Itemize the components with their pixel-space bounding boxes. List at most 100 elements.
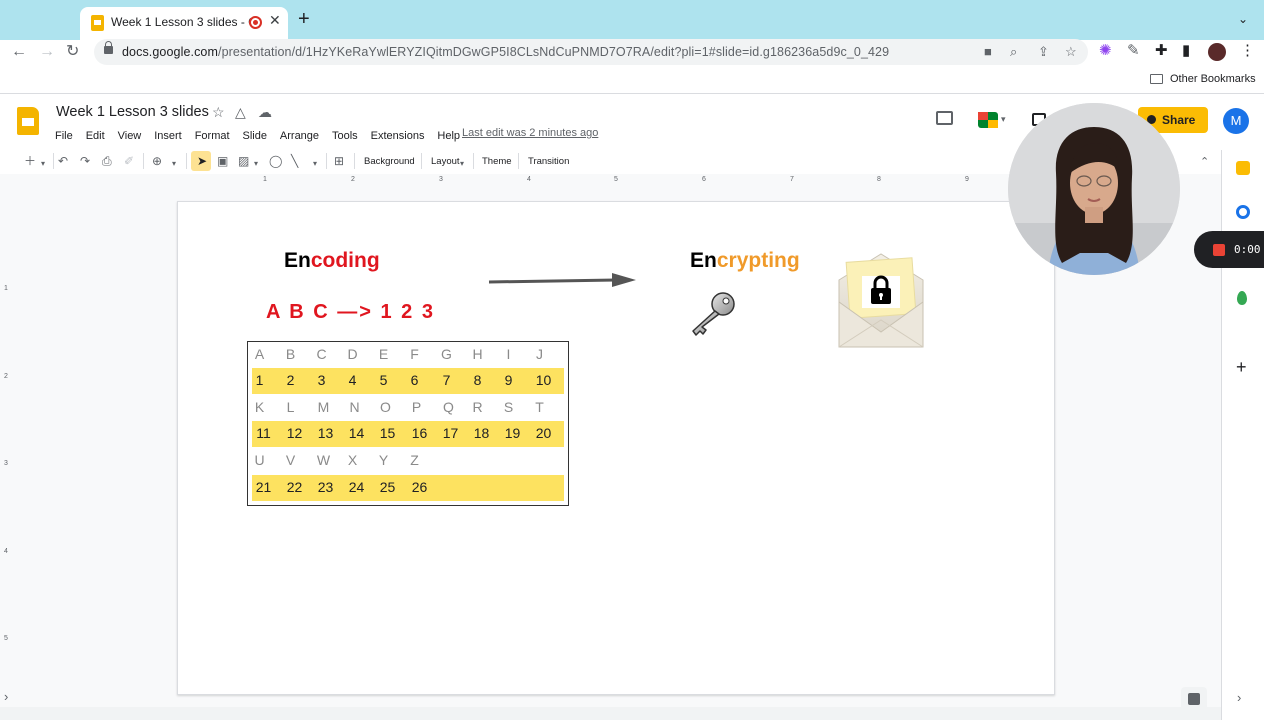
- browser-profile-avatar[interactable]: [1208, 43, 1226, 61]
- move-to-drive-icon[interactable]: △: [235, 104, 246, 121]
- table-cell: 5: [379, 372, 388, 388]
- camera-in-use-icon[interactable]: ■: [984, 45, 992, 59]
- extension-flower-icon[interactable]: ✺: [1099, 43, 1112, 59]
- show-filmstrip-chevron-icon[interactable]: ›: [4, 689, 8, 704]
- insert-image-icon[interactable]: ▨: [238, 154, 249, 168]
- hide-menus-chevron-up-icon[interactable]: ⌃: [1200, 155, 1209, 168]
- text-box-icon[interactable]: ▣: [217, 154, 228, 168]
- table-cell: 2: [286, 372, 295, 388]
- meet-icon[interactable]: [978, 112, 998, 128]
- add-comment-icon[interactable]: ⊞: [334, 154, 344, 168]
- vertical-ruler[interactable]: 1 2 3 4 5: [2, 190, 12, 690]
- webcam-video-bubble[interactable]: [1008, 103, 1180, 275]
- shape-icon[interactable]: ◯: [269, 154, 282, 168]
- bookmark-star-icon[interactable]: ☆: [1065, 45, 1077, 59]
- menu-format[interactable]: Format: [195, 130, 230, 142]
- cipher-table[interactable]: A B C D E F G H I J 1 2 3 4 5 6 7 8 9 10…: [247, 341, 569, 506]
- browser-menu-icon[interactable]: ⋮: [1240, 43, 1255, 59]
- speaker-notes-divider[interactable]: [0, 707, 1221, 720]
- encoding-heading[interactable]: Encoding: [284, 249, 380, 273]
- lock-icon: [104, 41, 113, 54]
- recording-indicator-icon: [249, 16, 262, 29]
- other-bookmarks-link[interactable]: Other Bookmarks: [1170, 73, 1256, 85]
- table-cell: 10: [535, 372, 552, 388]
- arrow-right-icon[interactable]: [488, 272, 638, 292]
- table-cell: 25: [379, 479, 396, 495]
- side-panel-icon[interactable]: ▮: [1182, 43, 1190, 59]
- ruler-number: 4: [4, 548, 8, 555]
- transition-button[interactable]: Transition: [528, 156, 569, 167]
- print-icon[interactable]: ⎙: [102, 154, 112, 168]
- chevron-right-icon[interactable]: ›: [1237, 690, 1241, 705]
- letter-to-number-mapping-text[interactable]: A B C —> 1 2 3: [266, 301, 435, 324]
- chevron-down-icon[interactable]: ▾: [41, 157, 45, 171]
- chevron-down-icon[interactable]: ▾: [460, 157, 464, 171]
- key-icon[interactable]: [690, 291, 738, 337]
- comment-history-icon[interactable]: [936, 111, 953, 125]
- table-cell: R: [472, 399, 483, 415]
- chevron-down-icon[interactable]: ▾: [1001, 114, 1006, 125]
- last-edit-link[interactable]: Last edit was 2 minutes ago: [462, 127, 598, 139]
- menu-bar: File Edit View Insert Format Slide Arran…: [55, 126, 469, 142]
- share-page-icon[interactable]: ⇪: [1038, 45, 1049, 59]
- menu-extensions[interactable]: Extensions: [371, 130, 425, 142]
- avatar[interactable]: M: [1223, 108, 1249, 134]
- table-cell: Q: [443, 399, 454, 415]
- chevron-down-icon[interactable]: ▾: [254, 157, 258, 171]
- table-cell: 4: [348, 372, 357, 388]
- back-arrow-icon[interactable]: ←: [11, 42, 27, 62]
- screen-recorder-control[interactable]: 0:00: [1194, 231, 1264, 268]
- horizontal-ruler[interactable]: 1 2 3 4 5 6 7 8 9: [178, 176, 1055, 188]
- table-cell: 13: [317, 425, 334, 441]
- menu-file[interactable]: File: [55, 130, 73, 142]
- zoom-icon[interactable]: ⌕: [1010, 45, 1017, 59]
- slides-favicon-icon: [91, 15, 104, 31]
- layout-button[interactable]: Layout: [431, 156, 460, 167]
- extensions-puzzle-icon[interactable]: ✚: [1155, 43, 1168, 59]
- document-title[interactable]: Week 1 Lesson 3 slides: [56, 104, 209, 120]
- table-cell: K: [254, 399, 265, 415]
- new-tab-button[interactable]: +: [298, 9, 310, 29]
- undo-icon[interactable]: ↶: [58, 154, 68, 168]
- background-button[interactable]: Background: [364, 156, 415, 167]
- forward-arrow-icon[interactable]: →: [39, 42, 55, 62]
- menu-help[interactable]: Help: [437, 130, 460, 142]
- cloud-saved-icon[interactable]: ☁: [258, 104, 272, 121]
- chevron-down-icon[interactable]: ▾: [172, 157, 176, 171]
- tab-search-button[interactable]: ⌄: [1238, 12, 1248, 26]
- get-add-ons-plus-icon[interactable]: +: [1236, 357, 1247, 378]
- chevron-down-icon[interactable]: ▾: [313, 157, 317, 171]
- slide-canvas[interactable]: Encoding Encrypting A B C —> 1 2 3 A B C…: [177, 201, 1055, 695]
- menu-view[interactable]: View: [118, 130, 142, 142]
- slides-logo-icon[interactable]: [17, 107, 39, 135]
- encrypting-heading[interactable]: Encrypting: [690, 249, 800, 273]
- zoom-icon[interactable]: ⊕: [152, 154, 162, 168]
- locked-envelope-icon[interactable]: [838, 252, 924, 348]
- menu-insert[interactable]: Insert: [154, 130, 182, 142]
- menu-arrange[interactable]: Arrange: [280, 130, 319, 142]
- redo-icon[interactable]: ↷: [80, 154, 90, 168]
- table-cell: 19: [504, 425, 521, 441]
- table-row: 1 2 3 4 5 6 7 8 9 10: [252, 368, 564, 394]
- tasks-icon[interactable]: [1236, 205, 1250, 219]
- menu-edit[interactable]: Edit: [86, 130, 105, 142]
- menu-slide[interactable]: Slide: [242, 130, 266, 142]
- line-icon[interactable]: ╲: [291, 154, 298, 168]
- paint-format-icon[interactable]: ✐: [124, 154, 134, 168]
- star-icon[interactable]: ☆: [212, 104, 225, 121]
- table-row: 11 12 13 14 15 16 17 18 19 20: [252, 421, 564, 447]
- tab-close-button[interactable]: ✕: [269, 12, 281, 29]
- theme-button[interactable]: Theme: [482, 156, 512, 167]
- stop-recording-icon[interactable]: [1213, 244, 1225, 256]
- table-cell: 26: [411, 479, 428, 495]
- keep-icon[interactable]: [1236, 161, 1250, 175]
- table-cell: 7: [442, 372, 451, 388]
- maps-pin-icon[interactable]: [1237, 291, 1247, 305]
- reload-icon[interactable]: ↻: [66, 42, 79, 62]
- address-bar[interactable]: docs.google.com/presentation/d/1HzYKeRaY…: [94, 39, 1088, 65]
- eyedropper-extension-icon[interactable]: ✎: [1127, 43, 1140, 59]
- browser-tab-active[interactable]: Week 1 Lesson 3 slides - G ✕: [80, 7, 288, 40]
- ruler-number: 5: [614, 176, 618, 183]
- new-slide-plus-icon[interactable]: ＋: [24, 154, 36, 168]
- menu-tools[interactable]: Tools: [332, 130, 358, 142]
